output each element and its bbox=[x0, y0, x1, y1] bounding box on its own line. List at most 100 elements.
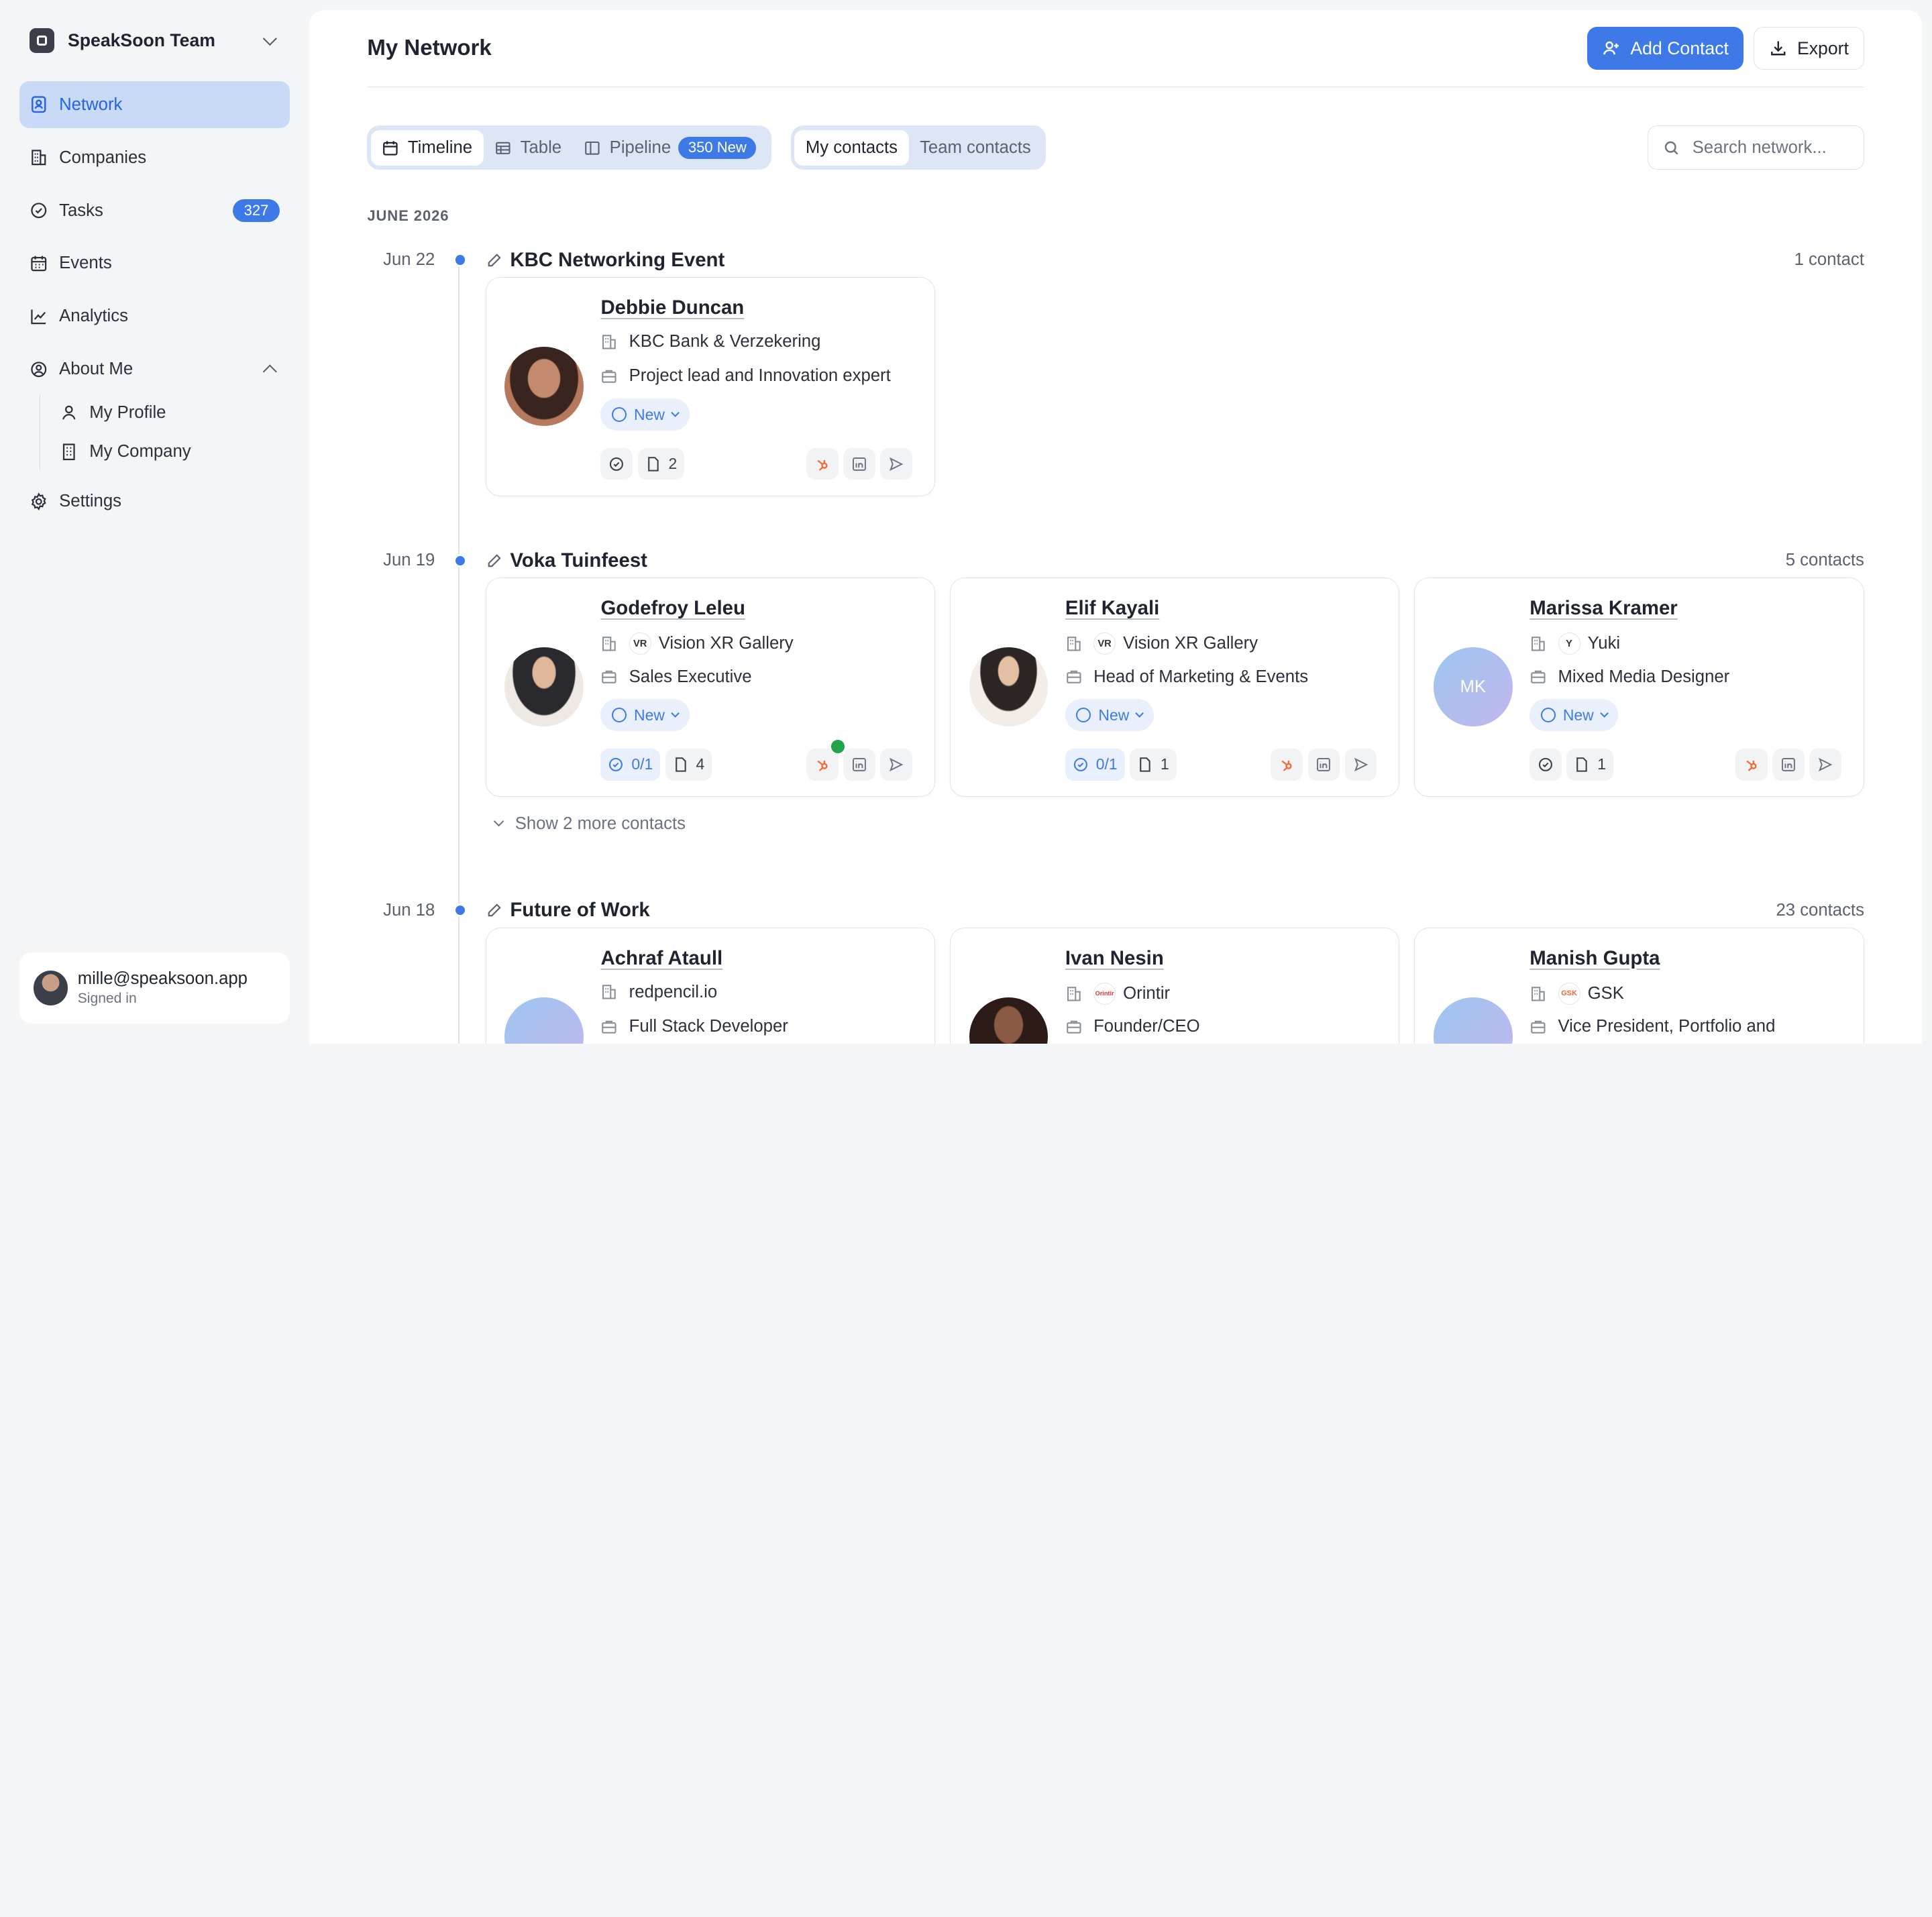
notes-button[interactable]: 1 bbox=[1130, 748, 1177, 781]
tab-table[interactable]: Table bbox=[484, 130, 573, 166]
linkedin-button[interactable] bbox=[843, 748, 875, 781]
timeline-dot bbox=[453, 553, 468, 567]
linkedin-button[interactable] bbox=[1307, 748, 1340, 781]
team-logo-icon bbox=[30, 28, 54, 53]
timeline-line bbox=[458, 256, 460, 1044]
file-icon bbox=[1140, 757, 1150, 772]
sidebar-item-events[interactable]: Events bbox=[19, 240, 289, 287]
company-logo: VR bbox=[629, 633, 651, 655]
hubspot-button[interactable] bbox=[1271, 748, 1303, 781]
task-button[interactable]: 0/1 bbox=[600, 748, 661, 781]
contact-company: KBC Bank & Verzekering bbox=[600, 332, 820, 351]
scope-switcher: My contacts Team contacts bbox=[790, 125, 1046, 170]
send-button[interactable] bbox=[1344, 748, 1377, 781]
building-icon bbox=[1067, 986, 1081, 1001]
event-title[interactable]: Future of Work bbox=[510, 899, 649, 922]
sidebar-item-label: About Me bbox=[59, 360, 133, 379]
task-button[interactable] bbox=[600, 447, 633, 480]
send-button[interactable] bbox=[880, 748, 912, 781]
building-icon bbox=[602, 637, 616, 651]
sidebar-item-label: My Profile bbox=[89, 402, 166, 422]
notes-button[interactable]: 1 bbox=[1566, 748, 1614, 781]
tab-my-contacts[interactable]: My contacts bbox=[794, 129, 909, 166]
status-dropdown[interactable]: New bbox=[600, 699, 690, 732]
page-header: My Network Add Contact Export bbox=[367, 10, 1864, 88]
sidebar-item-settings[interactable]: Settings bbox=[19, 478, 289, 525]
sidebar-item-about-me[interactable]: About Me bbox=[19, 346, 289, 393]
task-button[interactable] bbox=[1529, 748, 1562, 781]
company-logo: Y bbox=[1558, 633, 1580, 655]
contact-name[interactable]: Ivan Nesin bbox=[1065, 947, 1164, 970]
notes-button[interactable]: 2 bbox=[637, 447, 685, 480]
sidebar-item-my-profile[interactable]: My Profile bbox=[60, 394, 290, 431]
event-contact-count: 5 contacts bbox=[1785, 551, 1864, 570]
sidebar-item-my-company[interactable]: My Company bbox=[60, 433, 290, 470]
timeline-dot bbox=[453, 903, 468, 918]
export-button[interactable]: Export bbox=[1753, 26, 1864, 70]
contact-name[interactable]: Godefroy Leleu bbox=[600, 597, 745, 620]
contact-name[interactable]: Marissa Kramer bbox=[1529, 597, 1677, 620]
export-label: Export bbox=[1796, 38, 1849, 58]
add-contact-button[interactable]: Add Contact bbox=[1587, 26, 1743, 70]
contact-card[interactable]: MK Marissa Kramer Y Yuki Mixed Media Des… bbox=[1414, 578, 1864, 798]
contact-card[interactable]: Manish Gupta GSK GSK Vice President, Por… bbox=[1414, 928, 1864, 1044]
contact-name[interactable]: Manish Gupta bbox=[1529, 947, 1660, 970]
search-input[interactable] bbox=[1692, 138, 1853, 158]
tasks-count-badge: 327 bbox=[233, 199, 280, 222]
task-button[interactable]: 0/1 bbox=[1065, 748, 1125, 781]
send-button[interactable] bbox=[880, 447, 912, 480]
search-box bbox=[1647, 125, 1864, 170]
send-button[interactable] bbox=[1809, 748, 1841, 781]
tab-timeline[interactable]: Timeline bbox=[370, 129, 484, 166]
contact-company: Y Yuki bbox=[1529, 633, 1620, 655]
sidebar-item-tasks[interactable]: Tasks 327 bbox=[19, 187, 289, 234]
hubspot-icon bbox=[1746, 760, 1757, 771]
contact-card[interactable]: Debbie Duncan KBC Bank & Verzekering Pro… bbox=[485, 277, 936, 497]
tab-label: Table bbox=[520, 138, 562, 157]
building-icon bbox=[32, 150, 46, 166]
event-title[interactable]: Voka Tuinfeest bbox=[510, 549, 647, 572]
contact-card[interactable]: Godefroy Leleu VR Vision XR Gallery Sale… bbox=[485, 578, 936, 798]
contact-role: Project lead and Innovation expert bbox=[600, 366, 891, 386]
contact-card[interactable]: Elif Kayali VR Vision XR Gallery Head of… bbox=[950, 578, 1400, 798]
user-circle-icon bbox=[31, 362, 47, 378]
contact-name[interactable]: Debbie Duncan bbox=[600, 296, 744, 319]
briefcase-icon bbox=[1531, 671, 1546, 683]
pencil-icon[interactable] bbox=[486, 902, 502, 918]
hubspot-button[interactable] bbox=[806, 447, 839, 480]
sidebar-item-companies[interactable]: Companies bbox=[19, 134, 289, 181]
user-account-card[interactable]: mille@speaksoon.app Signed in bbox=[19, 952, 290, 1024]
status-dropdown[interactable]: New bbox=[1529, 699, 1619, 732]
linkedin-button[interactable] bbox=[1772, 748, 1805, 781]
event-title[interactable]: KBC Networking Event bbox=[510, 249, 724, 272]
status-dropdown[interactable]: New bbox=[1065, 699, 1155, 732]
contact-name[interactable]: Achraf Ataull bbox=[600, 947, 722, 970]
chart-line-icon bbox=[31, 309, 46, 325]
hubspot-button[interactable] bbox=[1735, 748, 1768, 781]
linkedin-button[interactable] bbox=[843, 447, 875, 480]
company-logo: Orintir bbox=[1093, 982, 1116, 1005]
pencil-icon[interactable] bbox=[486, 553, 502, 569]
contact-card[interactable]: Ivan Nesin Orintir Orintir Founder/CEO bbox=[950, 928, 1400, 1044]
file-icon bbox=[1576, 757, 1588, 772]
linkedin-icon bbox=[1317, 757, 1331, 771]
chevron-up-icon[interactable] bbox=[262, 365, 277, 379]
building-icon bbox=[1532, 637, 1546, 651]
building-icon bbox=[602, 985, 616, 1000]
sidebar-item-network[interactable]: Network bbox=[19, 81, 290, 128]
sidebar-item-analytics[interactable]: Analytics bbox=[19, 293, 289, 340]
pencil-icon[interactable] bbox=[486, 252, 502, 268]
contact-card[interactable]: Achraf Ataull redpencil.io Full Stack De… bbox=[485, 928, 936, 1044]
tab-team-contacts[interactable]: Team contacts bbox=[909, 130, 1042, 166]
check-circle-icon bbox=[1539, 757, 1553, 771]
status-dropdown[interactable]: New bbox=[600, 398, 690, 431]
send-icon bbox=[1354, 757, 1368, 771]
hubspot-button[interactable] bbox=[806, 738, 846, 781]
team-switcher[interactable]: SpeakSoon Team bbox=[19, 0, 289, 81]
tab-pipeline[interactable]: Pipeline 350 New bbox=[573, 130, 767, 166]
user-status: Signed in bbox=[77, 991, 137, 1007]
contact-name[interactable]: Elif Kayali bbox=[1065, 597, 1159, 620]
notes-button[interactable]: 4 bbox=[665, 748, 712, 781]
show-more-contacts-button[interactable]: Show 2 more contacts bbox=[494, 814, 686, 834]
briefcase-icon bbox=[1067, 1020, 1081, 1034]
